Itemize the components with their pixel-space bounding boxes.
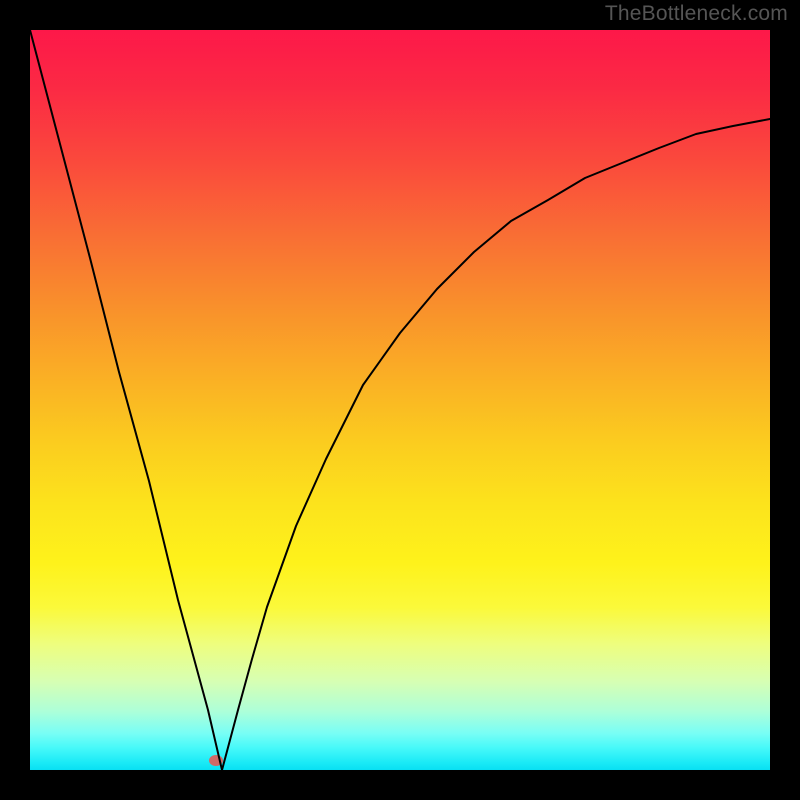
curve-path <box>30 30 770 770</box>
bottleneck-curve <box>30 30 770 770</box>
plot-area <box>30 30 770 770</box>
chart-container: TheBottleneck.com <box>0 0 800 800</box>
watermark-text: TheBottleneck.com <box>605 2 788 26</box>
